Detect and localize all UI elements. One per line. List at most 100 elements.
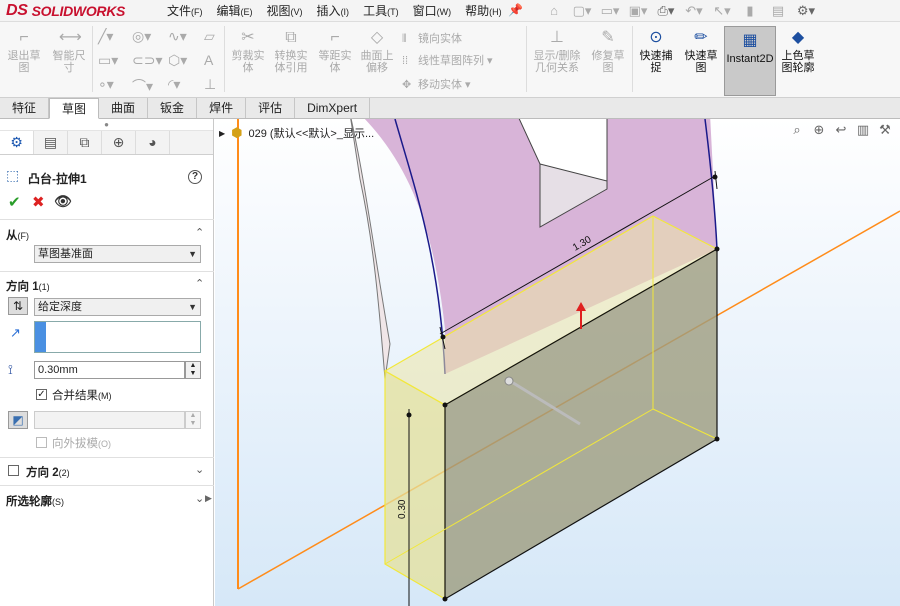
direction-vector-selection-box[interactable] bbox=[34, 321, 201, 353]
property-manager-tab-icon[interactable]: ▤ bbox=[34, 131, 68, 154]
vertex bbox=[714, 436, 720, 442]
fillet-icon[interactable]: ⌒▾ bbox=[132, 76, 153, 96]
reverse-direction-icon[interactable]: ⇅ bbox=[8, 297, 28, 315]
merge-result-checkbox[interactable]: ✓ bbox=[36, 389, 47, 400]
instant2d-button[interactable]: ▦ Instant2D bbox=[724, 26, 776, 96]
direction2-group-header[interactable]: 方向 2(2) bbox=[26, 464, 70, 480]
part-icon: ⬢ bbox=[231, 125, 243, 140]
flyout-feature-tree[interactable]: ▶ ⬢ 029 (默认<<默认>_显示... bbox=[219, 125, 374, 141]
tab-evaluate[interactable]: 评估 bbox=[246, 98, 296, 118]
model-view: 1.30 0.30 bbox=[237, 119, 900, 606]
exit-sketch-button[interactable]: ⌐ 退出草图 bbox=[4, 28, 44, 74]
trim-entities-button[interactable]: ✂ 剪裁实体 bbox=[228, 28, 268, 74]
menu-help[interactable]: 帮助(H) bbox=[458, 0, 509, 22]
tab-dimxpert[interactable]: DimXpert bbox=[295, 98, 371, 118]
point-icon[interactable]: ∘▾ bbox=[98, 76, 114, 93]
tab-surfaces[interactable]: 曲面 bbox=[99, 98, 149, 118]
expand-arrow-icon[interactable]: ▶ bbox=[219, 129, 225, 138]
zoom-to-area-icon[interactable]: ⊕ bbox=[808, 121, 830, 139]
spline-icon[interactable]: ∿▾ bbox=[168, 28, 187, 45]
mirror-entities-button[interactable]: ⫴ 镜向实体 bbox=[402, 32, 462, 46]
chamfer-icon[interactable]: ◜▾ bbox=[168, 76, 180, 93]
panel-collapse-arrow-icon[interactable]: ▶ bbox=[205, 493, 212, 504]
draft-spinner[interactable]: ▲ ▼ bbox=[185, 411, 201, 429]
view-orientation-icon[interactable]: ⚒ bbox=[874, 121, 896, 139]
options-icon[interactable]: ⚙▾ bbox=[792, 1, 820, 21]
convert-entities-button[interactable]: ⧉ 转换实体引用 bbox=[270, 28, 312, 74]
file-properties-icon[interactable]: ▤ bbox=[764, 1, 792, 21]
heads-up-view-toolbar: ⌕ ⊕ ↩ ▥ ⚒ bbox=[786, 121, 896, 139]
tab-sketch[interactable]: 草图 bbox=[49, 98, 100, 119]
new-icon[interactable]: ▢▾ bbox=[568, 1, 596, 21]
rebuild-icon[interactable]: ▮ bbox=[736, 1, 764, 21]
section-view-icon[interactable]: ▥ bbox=[852, 121, 874, 139]
offset-on-surface-button[interactable]: ◇ 曲面上偏移 bbox=[356, 28, 398, 74]
text-icon[interactable]: A bbox=[204, 52, 213, 68]
detailed-preview-eye-icon[interactable]: 👁 bbox=[54, 193, 72, 210]
rapid-snap-icon: ⊙ bbox=[649, 29, 663, 46]
draft-outward-label: 向外拔模(O) bbox=[52, 438, 111, 450]
draft-outward-checkbox[interactable] bbox=[36, 437, 47, 448]
polygon-icon[interactable]: ⬡▾ bbox=[168, 52, 187, 69]
ok-check-icon[interactable]: ✔ bbox=[8, 193, 21, 211]
menu-file[interactable]: 文件(F) bbox=[160, 0, 210, 22]
end-condition-select[interactable]: 给定深度 ▼ bbox=[34, 298, 201, 316]
print-icon[interactable]: ⎙▾ bbox=[652, 1, 680, 21]
plane-icon[interactable]: ▱ bbox=[204, 28, 215, 45]
direction2-checkbox[interactable] bbox=[8, 465, 19, 476]
circle-icon[interactable]: ◎▾ bbox=[132, 28, 151, 45]
tab-weldments[interactable]: 焊件 bbox=[197, 98, 247, 118]
linear-pattern-button[interactable]: ⁞⁞ 线性草图阵列 ▾ bbox=[402, 54, 493, 68]
cancel-x-icon[interactable]: ✖ bbox=[32, 193, 45, 211]
panel-grip[interactable]: ● bbox=[0, 119, 213, 131]
menu-view[interactable]: 视图(V) bbox=[260, 0, 310, 22]
draft-angle-input[interactable] bbox=[34, 411, 185, 429]
centerline-icon[interactable]: ⊥ bbox=[204, 76, 216, 93]
move-entities-button[interactable]: ✥ 移动实体 ▾ bbox=[402, 78, 471, 92]
draft-icon[interactable]: ◩ bbox=[8, 411, 28, 429]
repair-sketch-button[interactable]: ✎ 修复草图 bbox=[588, 28, 628, 74]
configuration-manager-tab-icon[interactable]: ⧉ bbox=[68, 131, 102, 154]
menu-edit[interactable]: 编辑(E) bbox=[210, 0, 260, 22]
chevron-down-icon[interactable]: ⌄ bbox=[195, 463, 204, 476]
line-icon[interactable]: ╱▾ bbox=[98, 28, 113, 45]
from-group-header[interactable]: 从(F) bbox=[6, 227, 29, 243]
height-dimension-label[interactable]: 0.30 bbox=[397, 499, 408, 519]
menu-insert[interactable]: 插入(I) bbox=[310, 0, 357, 22]
extrude-feature-icon: ⬚ bbox=[6, 167, 20, 183]
display-manager-tab-icon[interactable]: ◕ bbox=[136, 131, 170, 154]
dimxpert-manager-tab-icon[interactable]: ⊕ bbox=[102, 131, 136, 154]
smart-dimension-button[interactable]: ⟷ 智能尺寸 bbox=[48, 28, 90, 74]
depth-input[interactable]: 0.30mm bbox=[34, 361, 185, 379]
save-icon[interactable]: ▣▾ bbox=[624, 1, 652, 21]
rectangle-icon[interactable]: ▭▾ bbox=[98, 52, 118, 69]
select-icon[interactable]: ↖▾ bbox=[708, 1, 736, 21]
help-icon[interactable]: ? bbox=[188, 170, 202, 184]
rapid-sketch-button[interactable]: ✏ 快速草图 bbox=[680, 28, 722, 74]
pin-menu-icon[interactable]: 📌 bbox=[508, 3, 523, 17]
previous-view-icon[interactable]: ↩ bbox=[830, 121, 852, 139]
selected-contours-group-header[interactable]: 所选轮廓(S) bbox=[6, 493, 64, 509]
from-select[interactable]: 草图基准面 ▼ bbox=[34, 245, 201, 263]
home-icon[interactable]: ⌂ bbox=[540, 1, 568, 21]
slot-icon[interactable]: ⊂⊃▾ bbox=[132, 52, 163, 69]
tab-sheet-metal[interactable]: 钣金 bbox=[148, 98, 198, 118]
undo-icon[interactable]: ↶▾ bbox=[680, 1, 708, 21]
chevron-up-icon[interactable]: ⌃ bbox=[195, 277, 204, 290]
rapid-snap-button[interactable]: ⊙ 快速捕捉 bbox=[636, 28, 676, 74]
offset-entities-button[interactable]: ⌐ 等距实体 bbox=[314, 28, 356, 74]
display-delete-relations-button[interactable]: ⊥ 显示/删除几何关系 bbox=[530, 28, 584, 74]
open-icon[interactable]: ▭▾ bbox=[596, 1, 624, 21]
chevron-down-icon[interactable]: ⌄ bbox=[195, 492, 204, 505]
feature-manager-tab-icon[interactable]: ⚙ bbox=[0, 131, 34, 154]
tab-features[interactable]: 特征 bbox=[0, 98, 50, 118]
depth-spinner[interactable]: ▲ ▼ bbox=[185, 361, 201, 379]
zoom-to-fit-icon[interactable]: ⌕ bbox=[786, 121, 808, 139]
direction1-group-header[interactable]: 方向 1(1) bbox=[6, 278, 50, 294]
graphics-area[interactable]: 1.30 0.30 ▶ ⬢ 029 (默认<<默认>_显示... ⌕ ⊕ ↩ ▥… bbox=[215, 119, 900, 606]
solidworks-logo[interactable]: DS SOLIDWORKS bbox=[6, 1, 125, 21]
chevron-up-icon[interactable]: ⌃ bbox=[195, 226, 204, 239]
menu-tools[interactable]: 工具(T) bbox=[356, 0, 406, 22]
menu-window[interactable]: 窗口(W) bbox=[406, 0, 459, 22]
shaded-sketch-contours-button[interactable]: ◆ 上色草图轮廓 bbox=[778, 28, 818, 74]
